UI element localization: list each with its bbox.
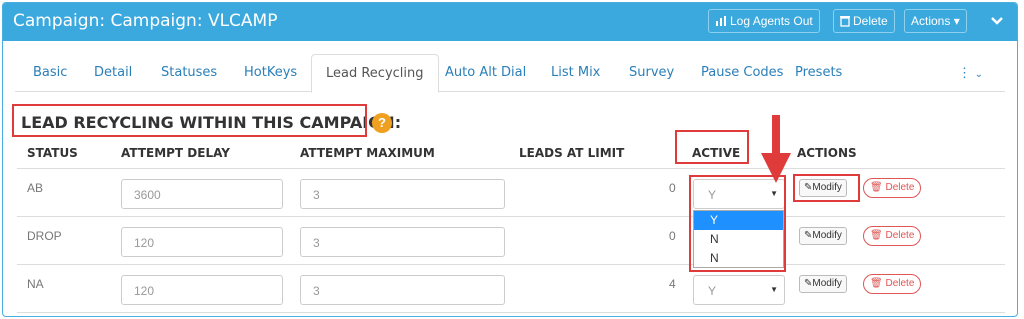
- help-icon[interactable]: ?: [372, 113, 392, 133]
- delete-label: Delete: [885, 230, 915, 241]
- modify-label: Modify: [812, 278, 842, 289]
- tab-list-mix[interactable]: List Mix: [537, 54, 614, 92]
- col-leads-at-limit: LEADS AT LIMIT: [519, 146, 625, 160]
- table-header: STATUS ATTEMPT DELAY ATTEMPT MAXIMUM LEA…: [17, 141, 1005, 169]
- modify-button[interactable]: ✎Modify: [799, 227, 847, 245]
- trash-icon: [840, 16, 850, 27]
- tab-detail[interactable]: Detail: [80, 54, 146, 92]
- delete-button[interactable]: 🗑 Delete: [863, 274, 922, 294]
- modify-label: Modify: [812, 230, 842, 241]
- attempt-delay-input[interactable]: 3600: [121, 179, 283, 209]
- tab-basic[interactable]: Basic: [19, 54, 81, 92]
- delete-button[interactable]: 🗑 Delete: [863, 178, 922, 198]
- tab-bar: Basic Detail Statuses HotKeys Lead Recyc…: [15, 54, 1005, 94]
- delete-label: Delete: [885, 182, 915, 193]
- leads-at-limit-value: 0: [669, 181, 676, 195]
- highlight-active-dropdown: [689, 175, 786, 272]
- highlight-modify-button: [793, 174, 860, 202]
- attempt-delay-input[interactable]: 120: [121, 227, 283, 257]
- campaign-panel: Campaign: Campaign: VLCAMP Log Agents Ou…: [2, 2, 1018, 317]
- bar-chart-icon: [716, 16, 726, 26]
- active-select-value: Y: [708, 284, 717, 298]
- col-attempt-delay: ATTEMPT DELAY: [121, 146, 230, 160]
- trash-icon: 🗑: [870, 278, 883, 289]
- more-tabs-menu[interactable]: ⋮ ⌄: [958, 54, 983, 94]
- caret-down-icon: ▼: [770, 285, 778, 294]
- leads-at-limit-value: 0: [669, 229, 676, 243]
- highlight-active-column: [675, 130, 749, 164]
- actions-dropdown-button[interactable]: Actions ▾: [904, 9, 967, 33]
- page-title: Campaign: Campaign: VLCAMP: [13, 11, 278, 31]
- attempt-delay-input[interactable]: 120: [121, 275, 283, 305]
- table-row: DROP 120 3 0 ✎Modify 🗑 Delete: [17, 217, 1005, 265]
- row-status: NA: [27, 277, 44, 291]
- chevron-down-icon[interactable]: [983, 9, 1011, 33]
- trash-icon: 🗑: [870, 182, 883, 193]
- tab-lead-recycling[interactable]: Lead Recycling: [311, 54, 439, 93]
- actions-label: Actions: [911, 14, 951, 28]
- row-status: DROP: [27, 229, 62, 243]
- attempt-maximum-input[interactable]: 3: [300, 179, 505, 209]
- chevron-down-small-icon: ⌄: [974, 69, 983, 80]
- tab-hotkeys[interactable]: HotKeys: [230, 54, 311, 92]
- log-agents-out-button[interactable]: Log Agents Out: [708, 9, 820, 33]
- trash-icon: 🗑: [870, 230, 883, 241]
- leads-at-limit-value: 4: [669, 277, 676, 291]
- arrow-down-icon: [761, 115, 791, 183]
- panel-header: Campaign: Campaign: VLCAMP Log Agents Ou…: [3, 3, 1017, 41]
- modify-button[interactable]: ✎Modify: [799, 275, 847, 293]
- log-agents-out-label: Log Agents Out: [730, 14, 813, 28]
- caret-down-icon: ▾: [953, 14, 960, 28]
- tab-survey[interactable]: Survey: [615, 54, 688, 92]
- delete-label: Delete: [885, 278, 915, 289]
- tab-presets[interactable]: Presets: [781, 54, 856, 92]
- tab-auto-alt-dial[interactable]: Auto Alt Dial: [431, 54, 540, 92]
- col-attempt-maximum: ATTEMPT MAXIMUM: [300, 146, 435, 160]
- delete-campaign-button[interactable]: Delete: [833, 9, 895, 33]
- col-status: STATUS: [27, 146, 78, 160]
- active-select[interactable]: Y ▼: [693, 275, 785, 305]
- attempt-maximum-input[interactable]: 3: [300, 275, 505, 305]
- row-status: AB: [27, 181, 44, 195]
- table-row: NA 120 3 4 Y ▼ ✎Modify 🗑 Delete: [17, 265, 1005, 313]
- delete-label: Delete: [853, 14, 888, 28]
- col-actions: ACTIONS: [797, 146, 857, 160]
- vertical-dots-icon: ⋮: [957, 65, 971, 80]
- tab-statuses[interactable]: Statuses: [147, 54, 231, 92]
- highlight-section-title: [12, 104, 367, 137]
- delete-button[interactable]: 🗑 Delete: [863, 226, 922, 246]
- attempt-maximum-input[interactable]: 3: [300, 227, 505, 257]
